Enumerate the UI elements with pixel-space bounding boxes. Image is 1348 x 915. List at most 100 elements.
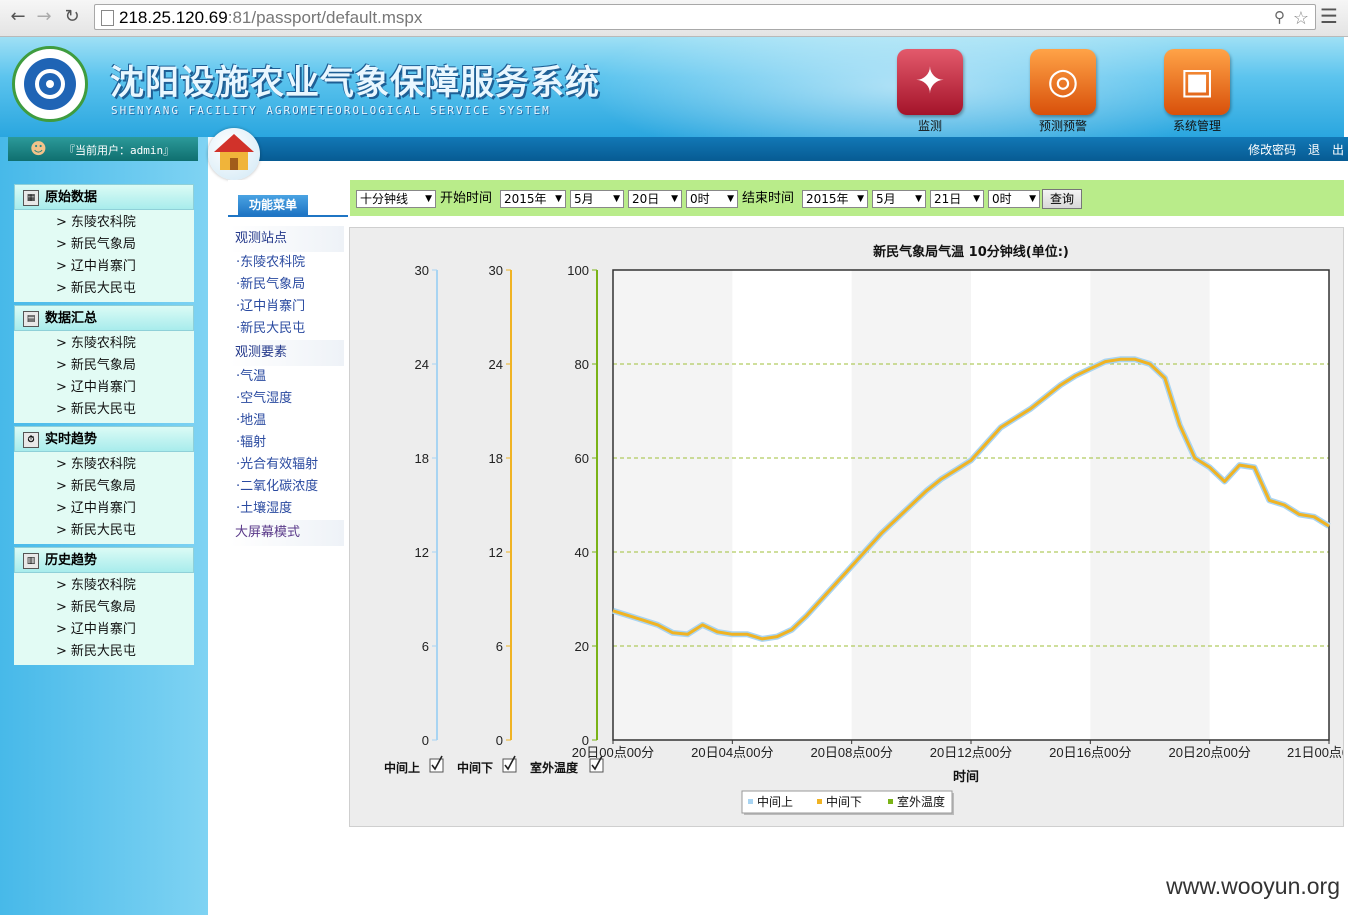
globe-icon: ◎ <box>1047 61 1079 102</box>
browser-menu-icon[interactable]: ☰ <box>1320 6 1340 26</box>
end-year-select[interactable]: 2015年 ▼ <box>802 190 868 208</box>
back-arrow-icon[interactable]: ← <box>6 5 30 29</box>
y-tick-label: 40 <box>575 545 589 560</box>
element-link-air-humidity[interactable]: ·空气湿度 <box>230 388 344 410</box>
y-tick-label: 12 <box>415 545 429 560</box>
change-password-link[interactable]: 修改密码 <box>1248 143 1296 157</box>
element-link-co2[interactable]: ·二氧化碳浓度 <box>230 476 344 498</box>
monitor-button[interactable]: ✦ 监测 <box>895 49 965 133</box>
history-chart-icon: ▥ <box>23 553 39 569</box>
chip-icon: ▣ <box>1179 61 1214 102</box>
section-header[interactable]: ▤ 数据汇总 <box>14 305 194 331</box>
sidebar-item-donglingnongkeyuan[interactable]: > 东陵农科院 <box>14 575 194 597</box>
elements-heading: 观测要素 <box>230 340 344 366</box>
y-tick-label: 0 <box>422 733 429 748</box>
end-month-select[interactable]: 5月 ▼ <box>872 190 926 208</box>
sidebar-item-xinminqixiangju[interactable]: > 新民气象局 <box>14 476 194 498</box>
forecast-warning-label: 预测预警 <box>1038 119 1087 133</box>
query-filter-bar: 十分钟线 ▼ 开始时间 2015年 ▼ 5月 ▼ 20日 ▼ 0时 ▼ 结束时间 2015… <box>350 180 1344 216</box>
sidebar-item-donglingnongkeyuan[interactable]: > 东陵农科院 <box>14 333 194 355</box>
plot-band <box>613 270 733 740</box>
forward-arrow-icon[interactable]: → <box>32 5 56 29</box>
x-tick-label: 20日20点00分 <box>1168 745 1250 760</box>
y-tick-label: 18 <box>415 451 429 466</box>
interval-select[interactable]: 十分钟线 ▼ <box>356 190 436 208</box>
y-tick-label: 24 <box>415 357 429 372</box>
sidebar-item-xinminqixiangju[interactable]: > 新民气象局 <box>14 355 194 377</box>
y-tick-label: 18 <box>489 451 503 466</box>
system-management-button[interactable]: ▣ 系统管理 <box>1162 49 1232 133</box>
section-header[interactable]: ▦ 原始数据 <box>14 184 194 210</box>
data-table-icon: ▦ <box>23 190 39 206</box>
element-link-par[interactable]: ·光合有效辐射 <box>230 454 344 476</box>
chart-title: 新民气象局气温 10分钟线(单位:) <box>873 244 1069 260</box>
sidebar-item-liaozhongxiaozhaimen[interactable]: > 辽中肖寨门 <box>14 498 194 520</box>
sidebar-item-xinminqixiangju[interactable]: > 新民气象局 <box>14 597 194 619</box>
element-link-ground-temp[interactable]: ·地温 <box>230 410 344 432</box>
element-link-soil-moisture[interactable]: ·土壤湿度 <box>230 498 344 520</box>
legend-swatch <box>888 799 893 804</box>
axis-toggle-label: 室外温度 <box>530 760 579 775</box>
legend-item[interactable]: 室外温度 <box>897 794 945 809</box>
station-link-xinminqixiangju[interactable]: ·新民气象局 <box>230 274 344 296</box>
start-hour-select[interactable]: 0时 ▼ <box>686 190 738 208</box>
current-user-text: 『当前用户：admin』 <box>64 144 175 157</box>
dropdown-arrow-icon: ▼ <box>915 194 922 204</box>
sidebar-item-xinminqixiangju[interactable]: > 新民气象局 <box>14 234 194 256</box>
stations-heading: 观测站点 <box>230 226 344 252</box>
section-data-summary: ▤ 数据汇总 > 东陵农科院 > 新民气象局 > 辽中肖寨门 > 新民大民屯 <box>14 305 194 423</box>
x-tick-label: 20日00点00分 <box>572 745 654 760</box>
station-link-donglingnongkeyuan[interactable]: ·东陵农科院 <box>230 252 344 274</box>
sidebar-item-xinmindaminitun[interactable]: > 新民大民屯 <box>14 520 194 542</box>
sidebar-item-donglingnongkeyuan[interactable]: > 东陵农科院 <box>14 454 194 476</box>
section-header[interactable]: ▥ 历史趋势 <box>14 547 194 573</box>
summary-icon: ▤ <box>23 311 39 327</box>
monitor-label: 监测 <box>917 119 942 133</box>
sidebar-item-liaozhongxiaozhaimen[interactable]: > 辽中肖寨门 <box>14 377 194 399</box>
system-management-label: 系统管理 <box>1172 119 1221 133</box>
start-month-select[interactable]: 5月 ▼ <box>570 190 624 208</box>
y-tick-label: 80 <box>575 357 589 372</box>
x-tick-label: 20日16点00分 <box>1049 745 1131 760</box>
current-user-bar: ☻ 『当前用户：admin』 <box>8 137 198 161</box>
section-realtime-trend: ⏱ 实时趋势 > 东陵农科院 > 新民气象局 > 辽中肖寨门 > 新民大民屯 <box>14 426 194 544</box>
reload-icon[interactable]: ↻ <box>60 5 84 29</box>
sidebar-item-liaozhongxiaozhaimen[interactable]: > 辽中肖寨门 <box>14 619 194 641</box>
y-tick-label: 0 <box>496 733 503 748</box>
legend-swatch <box>817 799 822 804</box>
address-bar[interactable]: 218.25.120.69:81/passport/default.mspx ⚲… <box>94 4 1316 30</box>
legend-item[interactable]: 中间下 <box>826 794 862 809</box>
sidebar-item-xinmindaminitun[interactable]: > 新民大民屯 <box>14 399 194 421</box>
satellite-dish-icon: ✦ <box>914 61 946 102</box>
dropdown-arrow-icon: ▼ <box>973 194 980 204</box>
element-link-radiation[interactable]: ·辐射 <box>230 432 344 454</box>
axis-toggle-label: 中间上 <box>384 760 420 775</box>
axis-toggle-label: 中间下 <box>457 760 493 775</box>
sidebar-item-xinmindaminitun[interactable]: > 新民大民屯 <box>14 641 194 663</box>
bookmark-star-icon[interactable]: ☆ <box>1293 5 1309 31</box>
big-screen-mode-link[interactable]: 大屏幕模式 <box>230 520 344 546</box>
station-link-xinmindaminitun[interactable]: ·新民大民屯 <box>230 318 344 340</box>
sidebar-item-xinmindaminitun[interactable]: > 新民大民屯 <box>14 278 194 300</box>
end-hour-select[interactable]: 0时 ▼ <box>988 190 1040 208</box>
key-icon[interactable]: ⚲ <box>1274 5 1285 31</box>
query-button[interactable]: 查询 <box>1042 189 1082 209</box>
legend-item[interactable]: 中间上 <box>757 794 793 809</box>
function-menu-tab[interactable]: 功能菜单 <box>238 195 308 215</box>
stopwatch-icon: ⏱ <box>23 432 39 448</box>
logout-link[interactable]: 退 出 <box>1308 143 1344 157</box>
chart-svg: 0612182430061218243002040608010020日00点00… <box>384 244 1343 815</box>
sidebar-item-liaozhongxiaozhaimen[interactable]: > 辽中肖寨门 <box>14 256 194 278</box>
forecast-warning-button[interactable]: ◎ 预测预警 <box>1028 49 1098 133</box>
end-day-select[interactable]: 21日 ▼ <box>930 190 984 208</box>
y-tick-label: 24 <box>489 357 503 372</box>
home-icon[interactable] <box>208 128 260 180</box>
sidebar-item-donglingnongkeyuan[interactable]: > 东陵农科院 <box>14 212 194 234</box>
start-day-select[interactable]: 20日 ▼ <box>628 190 682 208</box>
station-link-liaozhongxiaozhaimen[interactable]: ·辽中肖寨门 <box>230 296 344 318</box>
dropdown-arrow-icon: ▼ <box>1029 194 1036 204</box>
element-link-air-temp[interactable]: ·气温 <box>230 366 344 388</box>
start-year-select[interactable]: 2015年 ▼ <box>500 190 566 208</box>
top-nav-bar: 修改密码 退 出 <box>220 137 1348 161</box>
section-header[interactable]: ⏱ 实时趋势 <box>14 426 194 452</box>
